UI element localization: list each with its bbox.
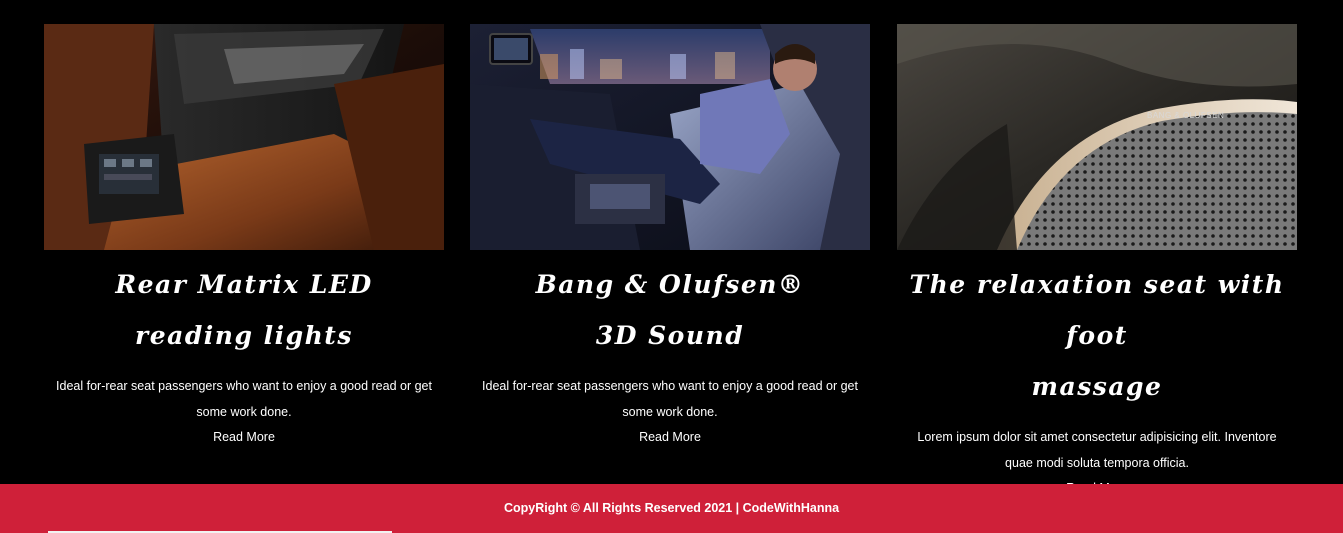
features-section: Rear Matrix LED reading lights Ideal for… bbox=[0, 0, 1343, 495]
feature-card-relaxation-seat: BANG & OLUFSEN The relaxation seat with … bbox=[897, 24, 1297, 500]
card-title-line: The relaxation seat with foot bbox=[909, 270, 1285, 350]
card-title-line: 3D Sound bbox=[595, 321, 745, 350]
feature-card-reading-lights: Rear Matrix LED reading lights Ideal for… bbox=[44, 24, 444, 449]
card-title-line: massage bbox=[1031, 372, 1163, 401]
card-title-line: Bang & Olufsen® bbox=[535, 270, 805, 299]
card-title: Rear Matrix LED reading lights bbox=[44, 259, 444, 361]
speaker-grille-image: BANG & OLUFSEN bbox=[897, 24, 1297, 250]
card-title-line: Rear Matrix LED bbox=[115, 270, 373, 299]
site-footer: CopyRight © All Rights Reserved 2021 | C… bbox=[0, 484, 1343, 533]
card-description: Lorem ipsum dolor sit amet consectetur a… bbox=[917, 430, 1277, 470]
card-description: Ideal for-rear seat passengers who want … bbox=[56, 379, 432, 419]
feature-card-sound-system: Bang & Olufsen® 3D Sound Ideal for-rear … bbox=[470, 24, 870, 449]
passenger-relaxing-image bbox=[470, 24, 870, 250]
read-more-link[interactable]: Read More bbox=[639, 425, 701, 449]
card-title: The relaxation seat with foot massage bbox=[897, 259, 1297, 412]
card-title-line: reading lights bbox=[135, 321, 353, 350]
card-description: Ideal for-rear seat passengers who want … bbox=[482, 379, 858, 419]
rear-seat-interior-image bbox=[44, 24, 444, 250]
copyright-text: CopyRight © All Rights Reserved 2021 | C… bbox=[503, 500, 840, 515]
speaker-brand-text: BANG & OLUFSEN bbox=[1147, 111, 1225, 120]
card-title: Bang & Olufsen® 3D Sound bbox=[470, 259, 870, 361]
read-more-link[interactable]: Read More bbox=[213, 425, 275, 449]
